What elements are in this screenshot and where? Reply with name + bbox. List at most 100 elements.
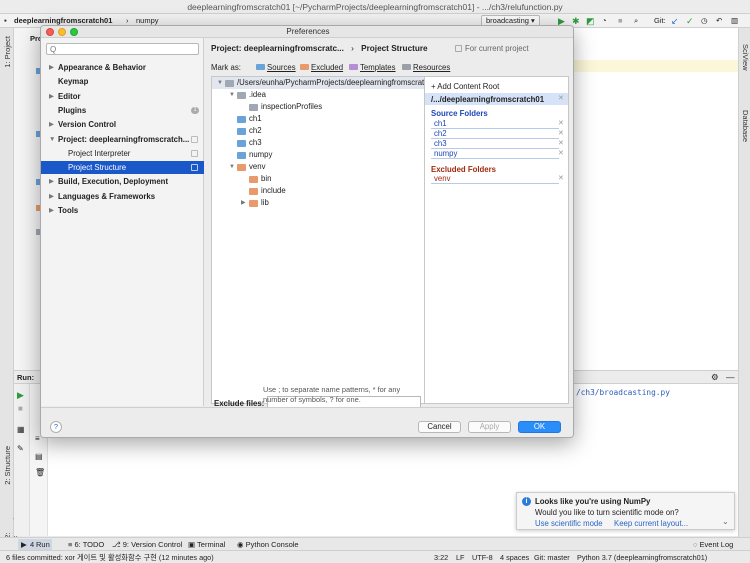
chevron-down-icon[interactable]: ▼ bbox=[229, 161, 235, 173]
debug-icon[interactable]: ✱ bbox=[572, 16, 580, 26]
minimize-icon[interactable] bbox=[58, 28, 66, 36]
status-git-branch[interactable]: Git: master bbox=[534, 553, 570, 562]
settings-nav-item[interactable]: ▶ Tools bbox=[41, 204, 204, 217]
status-message[interactable]: 6 files committed: xor 게이트 및 활성화함수 구현 (1… bbox=[6, 553, 214, 562]
tree-node[interactable]: inspectionProfiles bbox=[212, 101, 424, 113]
event-log-button[interactable]: ◌ Event Log bbox=[693, 540, 733, 549]
keep-current-layout-link[interactable]: Keep current layout... bbox=[614, 519, 688, 529]
chevron-down-icon[interactable]: ▼ bbox=[217, 77, 223, 89]
settings-nav-label: Plugins bbox=[58, 105, 87, 115]
tree-node[interactable]: ▼ venv bbox=[212, 161, 424, 173]
tab-sciview[interactable]: SciView bbox=[741, 44, 750, 71]
settings-nav-item[interactable]: ▶ Version Control bbox=[41, 118, 204, 131]
tab-database[interactable]: Database bbox=[741, 110, 750, 142]
status-encoding[interactable]: UTF-8 bbox=[472, 553, 493, 562]
chevron-right-icon[interactable]: ▶ bbox=[49, 175, 54, 188]
status-line-separator[interactable]: LF bbox=[456, 553, 465, 562]
chevron-right-icon[interactable]: ▶ bbox=[49, 61, 54, 74]
dialog-title: Preferences bbox=[286, 27, 330, 36]
settings-search-input[interactable]: Q bbox=[46, 43, 199, 55]
settings-nav-item[interactable]: ▶ Build, Execution, Deployment bbox=[41, 175, 204, 188]
tool-window-run[interactable]: ▶ 4 Run bbox=[18, 539, 52, 550]
git-history-icon[interactable]: ◷ bbox=[701, 16, 708, 26]
git-update-icon[interactable]: ↙ bbox=[671, 16, 679, 26]
git-commit-icon[interactable]: ✓ bbox=[686, 16, 694, 26]
pin-icon[interactable]: ✎ bbox=[17, 444, 24, 453]
scroll-end-icon[interactable]: ≡ bbox=[35, 434, 40, 443]
content-root-tree[interactable]: ▼/Users/eunha/PycharmProjects/deeplearni… bbox=[211, 76, 425, 404]
content-root-row[interactable]: /.../deeplearningfromscratch01 ✕ bbox=[425, 93, 568, 105]
chevron-right-icon[interactable]: ▶ bbox=[49, 204, 54, 217]
cancel-button[interactable]: Cancel bbox=[418, 421, 461, 433]
run-output-path[interactable]: /ch3/broadcasting.py bbox=[576, 388, 670, 397]
trash-icon[interactable]: 🗑 bbox=[35, 468, 45, 477]
mark-resources-button[interactable]: Resources bbox=[402, 62, 450, 74]
settings-nav-item[interactable]: Project Interpreter bbox=[41, 147, 204, 160]
tree-node[interactable]: numpy bbox=[212, 149, 424, 161]
source-folder-row[interactable]: numpy ✕ bbox=[425, 149, 568, 159]
settings-icon[interactable]: ⚙ bbox=[711, 372, 719, 383]
mark-templates-button[interactable]: Templates bbox=[349, 62, 396, 74]
tab-project[interactable]: 1: Project bbox=[3, 36, 12, 68]
mark-excluded-button[interactable]: Excluded bbox=[300, 62, 343, 74]
expand-chevron-icon[interactable]: ⌄ bbox=[722, 517, 729, 527]
minimize-icon[interactable]: — bbox=[726, 372, 735, 382]
excluded-folder-row[interactable]: venv ✕ bbox=[425, 174, 568, 184]
tool-window-todo[interactable]: ≡ 6: TODO bbox=[68, 540, 104, 549]
tree-node[interactable]: ▼ /Users/eunha/PycharmProjects/deeplearni… bbox=[212, 77, 424, 89]
settings-nav-item[interactable]: Keymap bbox=[41, 75, 204, 88]
settings-nav-item[interactable]: ▶ Appearance & Behavior bbox=[41, 61, 204, 74]
coverage-icon[interactable]: ◩ bbox=[586, 16, 595, 26]
tree-node[interactable]: bin bbox=[212, 173, 424, 185]
remove-folder-icon[interactable]: ✕ bbox=[558, 139, 564, 147]
chevron-down-icon[interactable]: ▼ bbox=[229, 89, 235, 101]
chevron-right-icon[interactable]: ▶ bbox=[49, 90, 54, 103]
search-everywhere-icon[interactable]: ⌕ bbox=[634, 16, 638, 26]
print-icon[interactable]: ▤ bbox=[35, 452, 43, 461]
add-content-root-button[interactable]: + Add Content Root bbox=[431, 81, 499, 92]
chevron-right-icon[interactable]: ▶ bbox=[241, 197, 246, 209]
close-icon[interactable] bbox=[46, 28, 54, 36]
settings-nav-item[interactable]: ▼ Project: deeplearningfromscratch... bbox=[41, 133, 204, 146]
tree-node[interactable]: ch3 bbox=[212, 137, 424, 149]
stop-icon[interactable]: ■ bbox=[618, 16, 623, 26]
tab-structure[interactable]: 2: Structure bbox=[3, 446, 12, 485]
settings-nav-item[interactable]: ▶ Languages & Frameworks bbox=[41, 190, 204, 203]
ok-button[interactable]: OK bbox=[518, 421, 561, 433]
mark-sources-button[interactable]: Sources bbox=[256, 62, 296, 74]
chevron-right-icon[interactable]: ▶ bbox=[49, 190, 54, 203]
apply-button[interactable]: Apply bbox=[468, 421, 511, 433]
remove-content-root-icon[interactable]: ✕ bbox=[558, 94, 564, 102]
chevron-down-icon[interactable]: ▼ bbox=[49, 133, 55, 146]
remove-folder-icon[interactable]: ✕ bbox=[558, 129, 564, 137]
use-scientific-mode-link[interactable]: Use scientific mode bbox=[535, 519, 603, 529]
git-revert-icon[interactable]: ↶ bbox=[716, 16, 722, 26]
tool-window-terminal[interactable]: ▣ Terminal bbox=[188, 540, 225, 549]
tree-node[interactable]: ▶ lib bbox=[212, 197, 424, 209]
tree-node[interactable]: ▼ .idea bbox=[212, 89, 424, 101]
settings-nav-item[interactable]: Plugins 1 bbox=[41, 104, 204, 117]
status-interpreter[interactable]: Python 3.7 (deeplearningfromscratch01) bbox=[577, 553, 707, 562]
run-label: Run: bbox=[17, 373, 35, 382]
profile-icon[interactable]: ◔ bbox=[602, 16, 607, 26]
mark-as-toolbar: Mark as: Sources Excluded Templates Reso… bbox=[211, 62, 571, 74]
help-button[interactable]: ? bbox=[50, 421, 62, 433]
tree-node[interactable]: ch2 bbox=[212, 125, 424, 137]
layout-icon[interactable]: ▦ bbox=[17, 425, 25, 434]
settings-nav-item[interactable]: ▶ Editor bbox=[41, 90, 204, 103]
remove-folder-icon[interactable]: ✕ bbox=[558, 119, 564, 127]
remove-folder-icon[interactable]: ✕ bbox=[558, 174, 564, 182]
tree-node[interactable]: ch1 bbox=[212, 113, 424, 125]
zoom-icon[interactable] bbox=[70, 28, 78, 36]
status-caret[interactable]: 3:22 bbox=[434, 553, 448, 562]
rerun-icon[interactable]: ▶ bbox=[17, 390, 24, 401]
chevron-right-icon[interactable]: ▶ bbox=[49, 118, 54, 131]
remove-folder-icon[interactable]: ✕ bbox=[558, 149, 564, 157]
settings-nav-item[interactable]: Project Structure bbox=[41, 161, 204, 175]
tool-window-python-console[interactable]: ◉ Python Console bbox=[237, 540, 299, 549]
tool-window-version-control[interactable]: ⎇ 9: Version Control bbox=[112, 540, 182, 549]
git-branches-icon[interactable]: ▥ bbox=[731, 16, 738, 26]
status-indent[interactable]: 4 spaces bbox=[500, 553, 529, 562]
stop-icon[interactable]: ■ bbox=[18, 404, 23, 413]
tree-node[interactable]: include bbox=[212, 185, 424, 197]
